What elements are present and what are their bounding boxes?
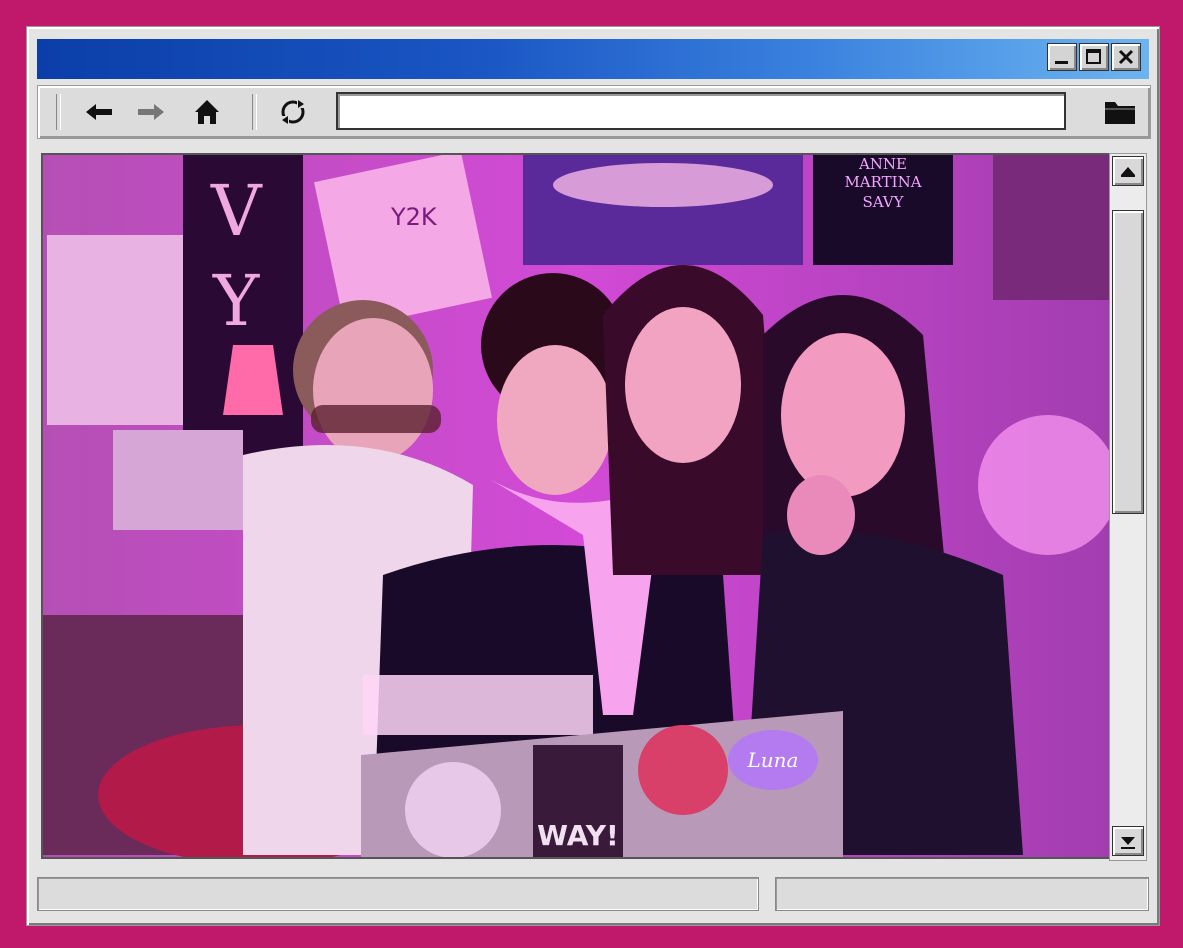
content-photo: V Y Y2K ANNE MARTINA SAVY WAY! Luna	[43, 155, 1111, 857]
poster-left	[47, 235, 187, 425]
poster-whale	[553, 163, 773, 207]
poster-right	[993, 155, 1111, 300]
browser-window: V Y Y2K ANNE MARTINA SAVY WAY! Luna	[26, 26, 1160, 926]
maximize-button[interactable]	[1079, 43, 1109, 71]
navigation-toolbar	[37, 85, 1151, 139]
scroll-down-icon	[1121, 837, 1135, 849]
forward-arrow-icon	[138, 104, 164, 120]
toolbar-separator	[252, 94, 257, 130]
window-controls	[1047, 43, 1141, 71]
refresh-icon	[281, 98, 305, 126]
vertical-scrollbar[interactable]	[1109, 153, 1147, 861]
back-button[interactable]	[82, 96, 116, 128]
scroll-down-button[interactable]	[1112, 826, 1144, 856]
banner-vy-text-2: Y	[212, 260, 260, 342]
forward-button[interactable]	[134, 96, 168, 128]
poster-band	[113, 430, 243, 530]
poster-anne-text-3: SAVY	[862, 193, 904, 211]
poster-anne-text: ANNE	[858, 155, 907, 173]
back-arrow-icon	[86, 104, 112, 120]
home-icon	[195, 100, 219, 124]
status-bar	[37, 877, 1149, 913]
minimize-button[interactable]	[1047, 43, 1077, 71]
close-icon	[1118, 49, 1134, 65]
sticker-swirl	[638, 725, 728, 815]
folder-icon	[1105, 102, 1135, 124]
maximize-icon	[1086, 49, 1101, 64]
status-panel-main	[37, 877, 759, 911]
status-panel-secondary	[775, 877, 1149, 911]
minimize-icon	[1055, 61, 1068, 64]
sticker-luna-text: Luna	[747, 748, 799, 772]
sticker-way-text: WAY!	[537, 819, 619, 852]
refresh-button[interactable]	[276, 96, 310, 128]
address-bar[interactable]	[336, 92, 1066, 130]
toolbar-grip[interactable]	[56, 94, 61, 130]
scroll-up-button[interactable]	[1112, 156, 1144, 186]
poster-y2k	[314, 155, 492, 329]
poster-y2k-text: Y2K	[390, 203, 438, 231]
home-button[interactable]	[190, 96, 224, 128]
lamp	[223, 345, 283, 415]
open-folder-button[interactable]	[1102, 94, 1138, 128]
scroll-thumb[interactable]	[1112, 210, 1144, 514]
page-content-viewport: V Y Y2K ANNE MARTINA SAVY WAY! Luna	[41, 153, 1113, 859]
title-bar[interactable]	[37, 39, 1149, 79]
poster-anne-text-2: MARTINA	[844, 173, 921, 191]
banner-vy-text: V	[210, 170, 263, 252]
sticker-flower	[405, 762, 501, 857]
close-button[interactable]	[1111, 43, 1141, 71]
scroll-up-icon	[1121, 167, 1135, 177]
screen-glow	[363, 675, 593, 735]
